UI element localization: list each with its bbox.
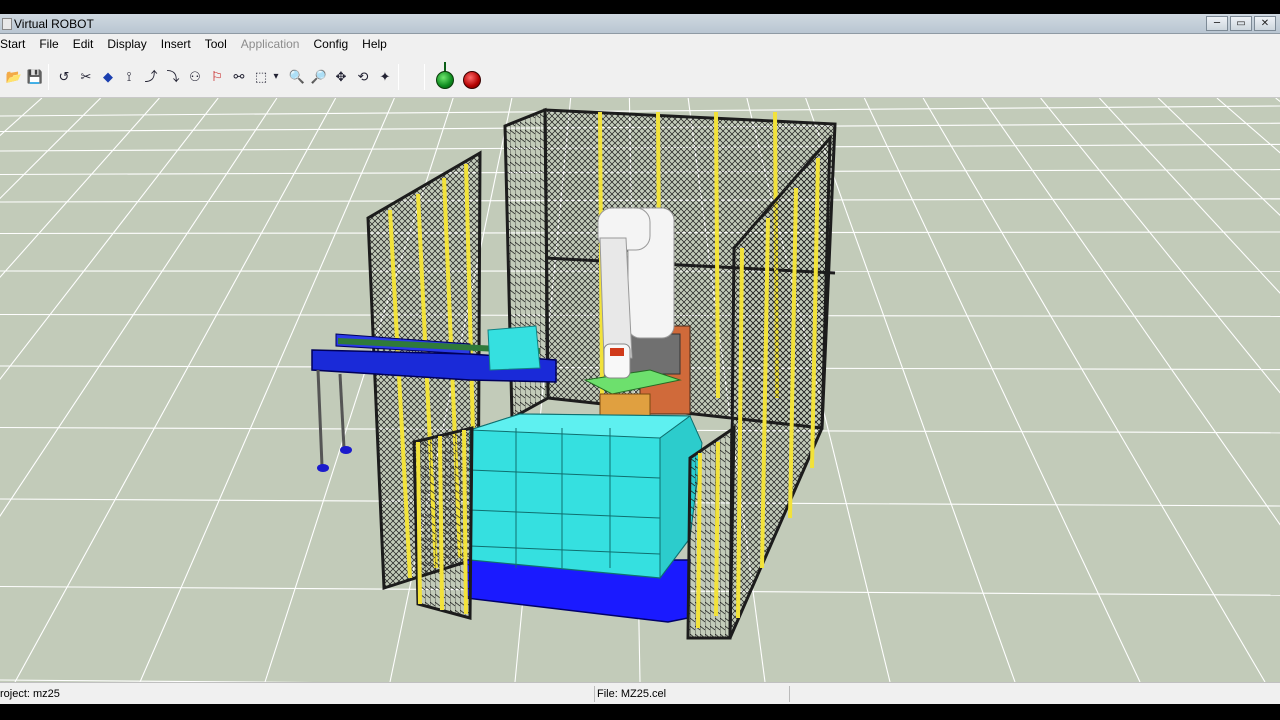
tool-red-icon[interactable]: ⚐ (207, 67, 227, 87)
conveyor-leg (316, 369, 324, 467)
status-project: roject: mz25 (0, 688, 60, 700)
status-file: File: MZ25.cel (594, 686, 790, 702)
conveyor-foot (317, 464, 329, 472)
fit-view-icon[interactable]: ✦ (375, 67, 395, 87)
grid-line (0, 98, 219, 381)
grid-line (0, 98, 102, 200)
menu-config[interactable]: Config (306, 34, 355, 54)
open-folder-icon[interactable]: 📂 (4, 67, 24, 87)
fence-post (462, 429, 468, 615)
grid-line (0, 98, 160, 279)
menu-application[interactable]: Application (234, 34, 307, 54)
menu-display[interactable]: Display (100, 34, 153, 54)
toolbar: 📂 💾 ↺ ✂ ◆ ⟟ ⤴ ⤵ ⚇ ⚐ ⚯ ⬚ ▾ 🔍 🔎 ✥ ⟲ ✦ (0, 54, 1280, 98)
grid-line (14, 98, 337, 682)
start-simulation-button[interactable] (436, 71, 454, 89)
application-window: Virtual ROBOT ─ ▭ ✕ Start File Edit Disp… (0, 0, 1280, 720)
fence-front-right (686, 425, 736, 640)
app-icon (2, 18, 12, 30)
menu-edit[interactable]: Edit (66, 34, 101, 54)
view-dropdown-icon[interactable]: ▾ (270, 67, 282, 87)
conveyor-leg (338, 373, 346, 449)
save-icon[interactable]: 💾 (25, 67, 45, 87)
robot-move-icon[interactable]: ⤴ (141, 67, 161, 87)
close-button[interactable]: ✕ (1254, 16, 1276, 31)
robot-arm-icon[interactable]: ⟟ (119, 67, 139, 87)
fence-post (416, 441, 422, 605)
zoom-window-icon[interactable]: 🔎 (309, 67, 329, 87)
robot-cell-scene[interactable] (0, 98, 1280, 682)
zoom-icon[interactable]: 🔍 (287, 67, 307, 87)
fence-post (714, 441, 720, 617)
grid-line (139, 98, 395, 682)
title-bar[interactable]: Virtual ROBOT ─ ▭ ✕ (0, 14, 1280, 34)
menu-start[interactable]: Start (0, 34, 32, 54)
window-title: Virtual ROBOT (14, 17, 94, 31)
fence-post (714, 111, 720, 399)
menu-file[interactable]: File (32, 34, 65, 54)
robot-forearm (599, 237, 633, 361)
grid-line (805, 98, 1016, 682)
menu-help[interactable]: Help (355, 34, 394, 54)
undo-icon[interactable]: ↺ (54, 67, 74, 87)
menu-bar: Start File Edit Display Insert Tool Appl… (0, 34, 1280, 54)
toolbar-separator (48, 64, 49, 90)
fence-post (438, 435, 444, 611)
toolbar-separator (424, 64, 425, 90)
view-cube-icon[interactable]: ⬚ (251, 67, 271, 87)
menu-tool[interactable]: Tool (198, 34, 234, 54)
menu-insert[interactable]: Insert (154, 34, 198, 54)
maximize-button[interactable]: ▭ (1230, 16, 1252, 31)
minimize-button[interactable]: ─ (1206, 16, 1228, 31)
rotate-view-icon[interactable]: ⟲ (353, 67, 373, 87)
cut-icon[interactable]: ✂ (76, 67, 96, 87)
robot-path-icon[interactable]: ⤵ (163, 67, 183, 87)
conveyor-foot (340, 446, 352, 454)
3d-viewport[interactable] (0, 98, 1280, 682)
conveyor-box (487, 325, 541, 371)
grid-line (863, 98, 1141, 682)
grid-line (0, 98, 43, 137)
pan-icon[interactable]: ✥ (331, 67, 351, 87)
stop-simulation-button[interactable] (463, 71, 481, 89)
fence-post (696, 452, 702, 629)
grid-line (0, 98, 278, 517)
link-icon[interactable]: ⚯ (229, 67, 249, 87)
gripper-icon[interactable]: ⚇ (185, 67, 205, 87)
insert-object-icon[interactable]: ◆ (98, 67, 118, 87)
robot-cell (311, 107, 837, 640)
robot-tool (610, 348, 624, 356)
status-bar: roject: mz25 File: MZ25.cel (0, 682, 1280, 704)
toolbar-separator (398, 64, 399, 90)
